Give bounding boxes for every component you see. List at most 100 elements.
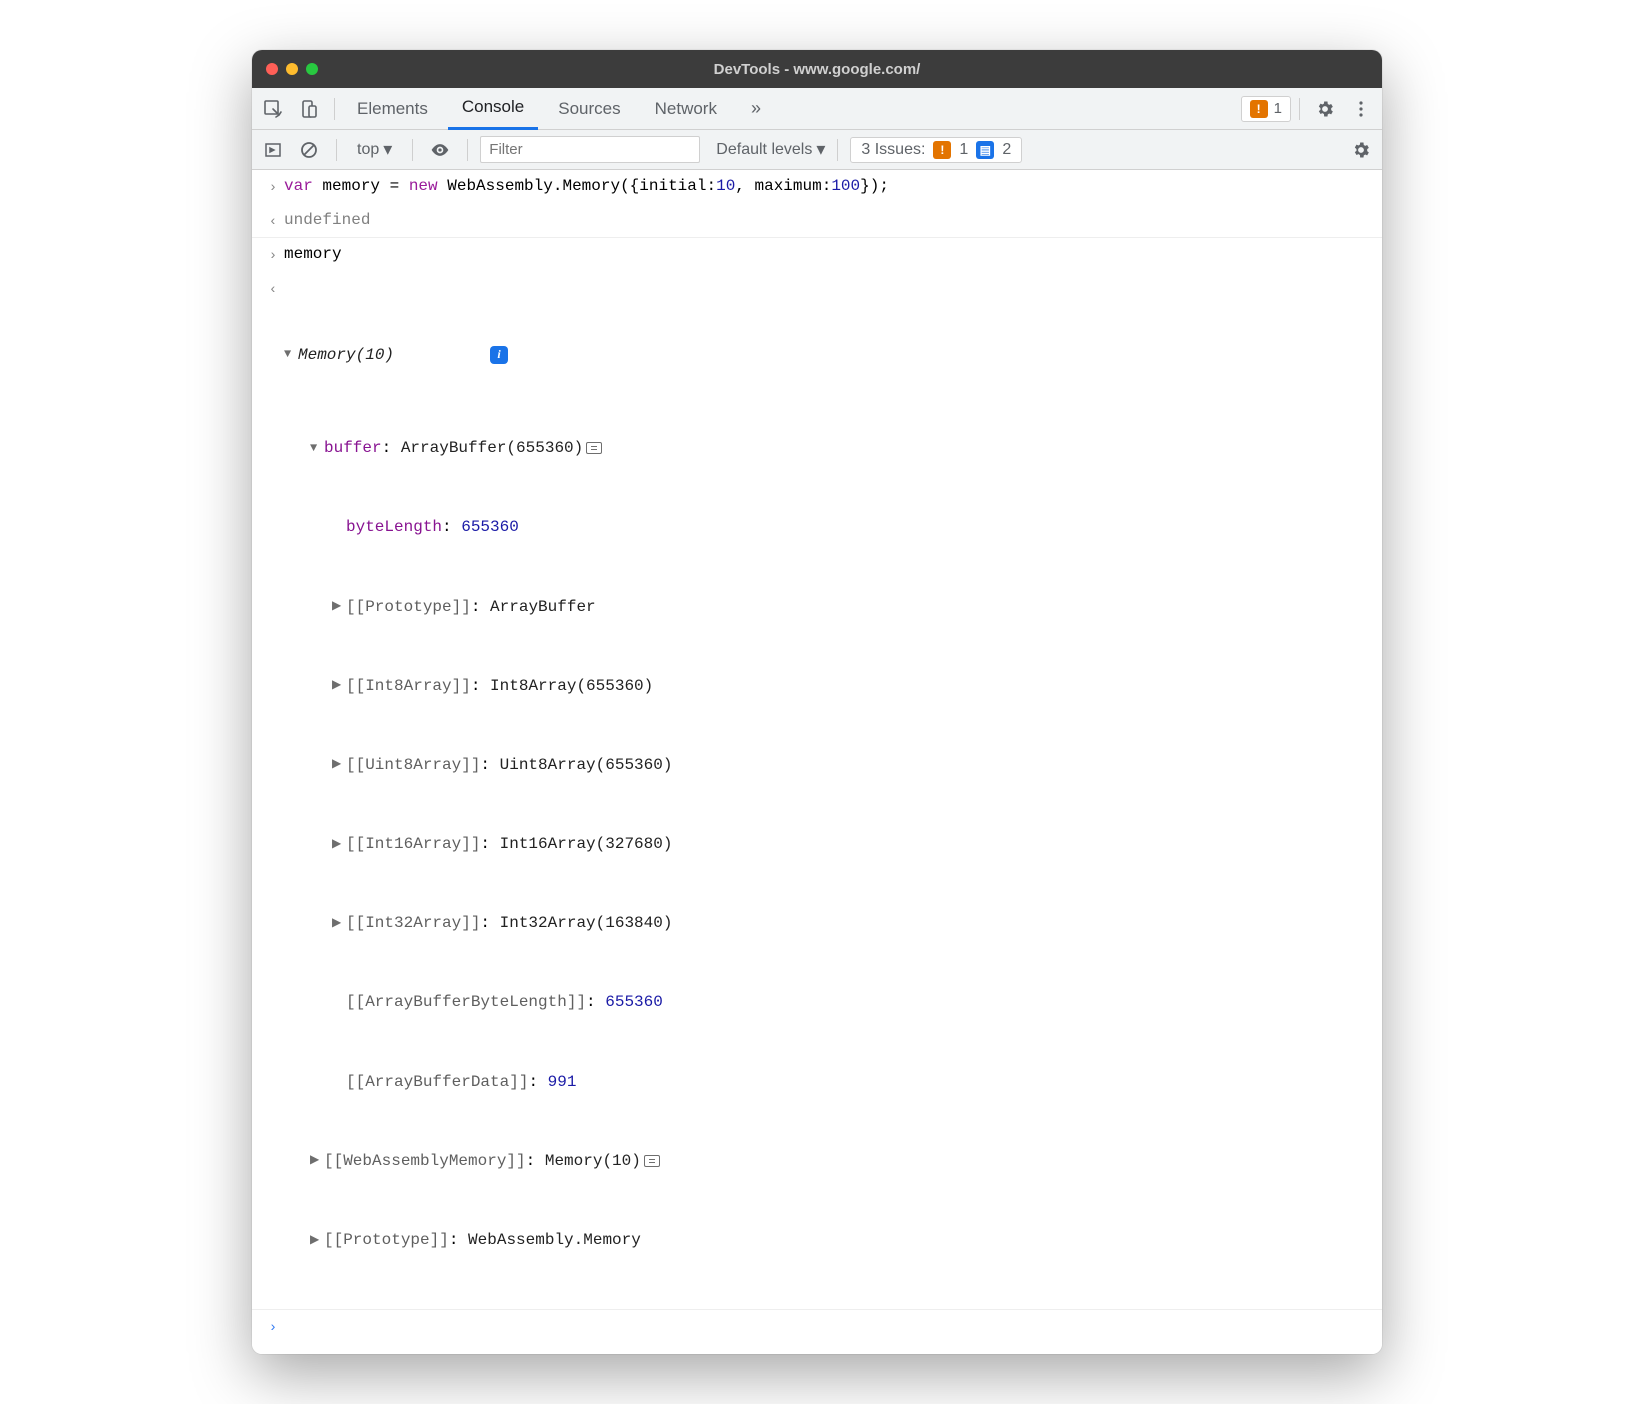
chevron-down-icon: ▾ xyxy=(816,139,825,160)
console-input-row: › memory xyxy=(252,238,1382,272)
tree-node-prototype[interactable]: [[Prototype]]: ArrayBuffer xyxy=(284,593,1372,621)
expand-arrow-icon[interactable] xyxy=(332,834,346,855)
object-label: Memory(10) xyxy=(298,341,394,369)
console-output-row: ‹ undefined xyxy=(252,204,1382,239)
console-input-text: var memory = new WebAssembly.Memory({ini… xyxy=(284,174,1372,200)
warnings-badge[interactable]: ! 1 xyxy=(1241,96,1291,122)
clear-console-icon[interactable] xyxy=(294,135,324,165)
tab-console[interactable]: Console xyxy=(448,88,538,130)
console-output-row: ‹ Memory(10) i buffer: ArrayBuffer(65536… xyxy=(252,272,1382,1310)
expand-arrow-icon[interactable] xyxy=(310,1150,324,1171)
console-settings-icon[interactable] xyxy=(1346,135,1376,165)
tree-node-arraybufferbytelength: [[ArrayBufferByteLength]]: 655360 xyxy=(284,988,1372,1016)
divider xyxy=(334,98,335,120)
info-icon[interactable]: i xyxy=(490,346,508,364)
prop-value: 655360 xyxy=(605,988,663,1016)
tab-elements[interactable]: Elements xyxy=(343,88,442,130)
tree-node-arraybufferdata: [[ArrayBufferData]]: 991 xyxy=(284,1068,1372,1096)
devtools-window: DevTools - www.google.com/ Elements Cons… xyxy=(252,50,1382,1354)
prop-key: [[Prototype]] xyxy=(346,593,471,621)
prop-value: Memory(10) xyxy=(545,1147,641,1175)
warning-icon: ! xyxy=(933,141,951,159)
titlebar: DevTools - www.google.com/ xyxy=(252,50,1382,88)
prop-key: [[Int8Array]] xyxy=(346,672,471,700)
issues-warn-count: 1 xyxy=(959,141,968,159)
tab-more-icon[interactable]: » xyxy=(737,88,775,130)
kebab-menu-icon[interactable] xyxy=(1344,92,1378,126)
expand-arrow-icon[interactable] xyxy=(310,1230,324,1251)
prop-value: Int32Array(163840) xyxy=(500,909,673,937)
prop-key: [[ArrayBufferByteLength]] xyxy=(346,988,586,1016)
tree-node-int32array[interactable]: [[Int32Array]]: Int32Array(163840) xyxy=(284,909,1372,937)
prop-key: [[ArrayBufferData]] xyxy=(346,1068,528,1096)
expand-arrow-icon[interactable] xyxy=(284,344,298,365)
memory-inspector-icon[interactable] xyxy=(586,442,602,454)
warning-count: 1 xyxy=(1274,100,1282,117)
tree-node-memory[interactable]: Memory(10) i xyxy=(284,327,1372,383)
divider xyxy=(412,139,413,161)
minimize-button[interactable] xyxy=(286,63,298,75)
output-chevron-icon: ‹ xyxy=(262,276,284,301)
panel-tabs: Elements Console Sources Network » xyxy=(343,88,775,130)
console-body: › var memory = new WebAssembly.Memory({i… xyxy=(252,170,1382,1354)
message-icon: ▤ xyxy=(976,141,994,159)
prop-key: [[Int16Array]] xyxy=(346,830,480,858)
expand-arrow-icon[interactable] xyxy=(332,675,346,696)
context-selector[interactable]: top ▾ xyxy=(349,137,400,162)
prop-key: [[Uint8Array]] xyxy=(346,751,480,779)
tree-node-webassemblymemory[interactable]: [[WebAssemblyMemory]]: Memory(10) xyxy=(284,1147,1372,1175)
input-chevron-icon: › xyxy=(262,242,284,267)
expand-arrow-icon[interactable] xyxy=(332,596,346,617)
filter-input[interactable] xyxy=(480,136,700,163)
expand-arrow-icon[interactable] xyxy=(332,754,346,775)
tree-node-bytelength: byteLength: 655360 xyxy=(284,513,1372,541)
panel-tabbar: Elements Console Sources Network » ! 1 xyxy=(252,88,1382,130)
prop-value: ArrayBuffer(655360) xyxy=(401,434,583,462)
tree-node-uint8array[interactable]: [[Uint8Array]]: Uint8Array(655360) xyxy=(284,751,1372,779)
toggle-sidebar-icon[interactable] xyxy=(258,135,288,165)
prop-value: ArrayBuffer xyxy=(490,593,596,621)
tree-node-prototype[interactable]: [[Prototype]]: WebAssembly.Memory xyxy=(284,1226,1372,1254)
chevron-down-icon: ▾ xyxy=(383,139,392,160)
prompt-chevron-icon: › xyxy=(262,1314,284,1339)
prop-key: [[Prototype]] xyxy=(324,1226,449,1254)
divider xyxy=(837,139,838,161)
memory-inspector-icon[interactable] xyxy=(644,1155,660,1167)
close-button[interactable] xyxy=(266,63,278,75)
console-output-text: undefined xyxy=(284,208,1372,234)
tree-node-int16array[interactable]: [[Int16Array]]: Int16Array(327680) xyxy=(284,830,1372,858)
context-label: top xyxy=(357,141,379,159)
console-input-text: memory xyxy=(284,242,1372,268)
divider xyxy=(336,139,337,161)
expand-arrow-icon[interactable] xyxy=(332,913,346,934)
inspect-element-icon[interactable] xyxy=(256,92,290,126)
input-chevron-icon: › xyxy=(262,174,284,199)
console-toolbar: top ▾ Default levels ▾ 3 Issues: ! 1 ▤ 2 xyxy=(252,130,1382,170)
expand-arrow-icon[interactable] xyxy=(310,438,324,459)
device-toggle-icon[interactable] xyxy=(292,92,326,126)
output-chevron-icon: ‹ xyxy=(262,208,284,233)
log-levels-selector[interactable]: Default levels ▾ xyxy=(716,139,825,160)
warning-icon: ! xyxy=(1250,100,1268,118)
console-prompt-row[interactable]: › xyxy=(252,1310,1382,1343)
tab-network[interactable]: Network xyxy=(641,88,731,130)
console-input-row: › var memory = new WebAssembly.Memory({i… xyxy=(252,170,1382,204)
zoom-button[interactable] xyxy=(306,63,318,75)
prop-key: [[Int32Array]] xyxy=(346,909,480,937)
issues-button[interactable]: 3 Issues: ! 1 ▤ 2 xyxy=(850,137,1022,163)
issues-label: 3 Issues: xyxy=(861,141,925,159)
prop-value: 991 xyxy=(548,1068,577,1096)
prop-key: byteLength xyxy=(346,513,442,541)
tab-sources[interactable]: Sources xyxy=(544,88,634,130)
tree-node-buffer[interactable]: buffer: ArrayBuffer(655360) xyxy=(284,434,1372,462)
prop-value: 655360 xyxy=(461,513,519,541)
settings-icon[interactable] xyxy=(1308,92,1342,126)
issues-msg-count: 2 xyxy=(1002,141,1011,159)
prop-key: buffer xyxy=(324,434,382,462)
tree-node-int8array[interactable]: [[Int8Array]]: Int8Array(655360) xyxy=(284,672,1372,700)
object-tree: Memory(10) i buffer: ArrayBuffer(655360)… xyxy=(284,276,1372,1305)
prop-key: [[WebAssemblyMemory]] xyxy=(324,1147,526,1175)
live-expression-icon[interactable] xyxy=(425,135,455,165)
divider xyxy=(467,139,468,161)
prop-value: Int8Array(655360) xyxy=(490,672,653,700)
